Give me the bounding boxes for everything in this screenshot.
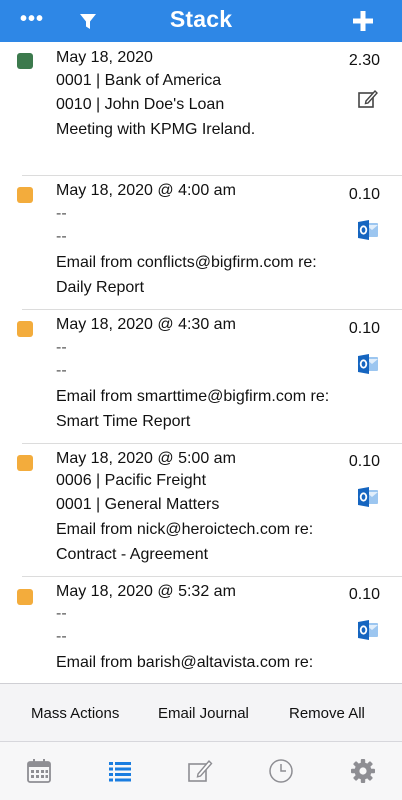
entry-date: May 18, 2020 @ 5:00 am <box>56 450 236 467</box>
status-indicator <box>17 321 33 337</box>
outlook-icon[interactable] <box>357 353 379 375</box>
outlook-icon[interactable] <box>357 219 379 241</box>
edit-note-icon[interactable] <box>187 758 213 784</box>
entry-client: 0006 | Pacific Freight <box>56 472 207 489</box>
page-title: Stack <box>169 6 233 32</box>
entry-description: Email from nick@heroictech.com re: <box>56 521 314 538</box>
entry-client: -- <box>56 205 67 222</box>
list-item[interactable]: May 18, 2020 @ 4:00 am -- -- Email from … <box>0 176 402 310</box>
entry-description: Email from smarttime@bigfirm.com re: <box>56 388 330 405</box>
entry-description: Email from barish@altavista.com re: <box>56 654 314 671</box>
plus-icon[interactable] <box>352 10 374 32</box>
top-bar: ••• Stack <box>0 0 402 42</box>
entry-description: Meeting with KPMG Ireland. <box>56 121 256 138</box>
outlook-icon[interactable] <box>357 486 379 508</box>
entry-matter: 0010 | John Doe's Loan <box>56 96 225 113</box>
mass-actions-button[interactable]: Mass Actions <box>31 705 119 722</box>
calendar-icon[interactable] <box>26 758 52 784</box>
entry-hours: 0.10 <box>348 320 380 337</box>
entry-subject: Daily Report <box>56 279 145 296</box>
entry-subject: Contract - Agreement <box>56 546 209 563</box>
list-item[interactable]: May 18, 2020 @ 5:32 am -- -- Email from … <box>0 576 402 683</box>
remove-all-button[interactable]: Remove All <box>289 705 365 722</box>
status-indicator <box>17 187 33 203</box>
list-icon[interactable] <box>107 758 133 784</box>
list-item[interactable]: May 18, 2020 0001 | Bank of America 0010… <box>0 42 402 176</box>
entry-subject: Smart Time Report <box>56 413 191 430</box>
entry-matter: 0001 | General Matters <box>56 496 220 513</box>
entry-hours: 0.10 <box>348 586 380 603</box>
entry-matter: -- <box>56 362 67 379</box>
tab-bar <box>0 741 402 800</box>
status-indicator <box>17 455 33 471</box>
action-bar: Mass Actions Email Journal Remove All <box>0 683 402 741</box>
entry-hours: 2.30 <box>348 52 380 69</box>
entry-date: May 18, 2020 @ 4:30 am <box>56 316 236 333</box>
entry-hours: 0.10 <box>348 186 380 203</box>
entry-client: -- <box>56 339 67 356</box>
email-journal-button[interactable]: Email Journal <box>158 705 249 722</box>
entry-description: Email from conflicts@bigfirm.com re: <box>56 254 317 271</box>
entry-matter: -- <box>56 228 67 245</box>
edit-note-icon[interactable] <box>357 88 379 110</box>
entry-hours: 0.10 <box>348 453 380 470</box>
clock-icon[interactable] <box>268 758 294 784</box>
gear-icon[interactable] <box>350 758 376 784</box>
entry-date: May 18, 2020 <box>56 49 153 66</box>
entry-date: May 18, 2020 @ 4:00 am <box>56 182 236 199</box>
entry-matter: -- <box>56 628 67 645</box>
entry-client: -- <box>56 605 67 622</box>
entry-client: 0001 | Bank of America <box>56 72 222 89</box>
entry-list[interactable]: May 18, 2020 0001 | Bank of America 0010… <box>0 42 402 683</box>
status-indicator <box>17 53 33 69</box>
status-indicator <box>17 589 33 605</box>
list-item[interactable]: May 18, 2020 @ 5:00 am 0006 | Pacific Fr… <box>0 443 402 577</box>
list-item[interactable]: May 18, 2020 @ 4:30 am -- -- Email from … <box>0 310 402 444</box>
entry-date: May 18, 2020 @ 5:32 am <box>56 583 236 600</box>
outlook-icon[interactable] <box>357 619 379 641</box>
